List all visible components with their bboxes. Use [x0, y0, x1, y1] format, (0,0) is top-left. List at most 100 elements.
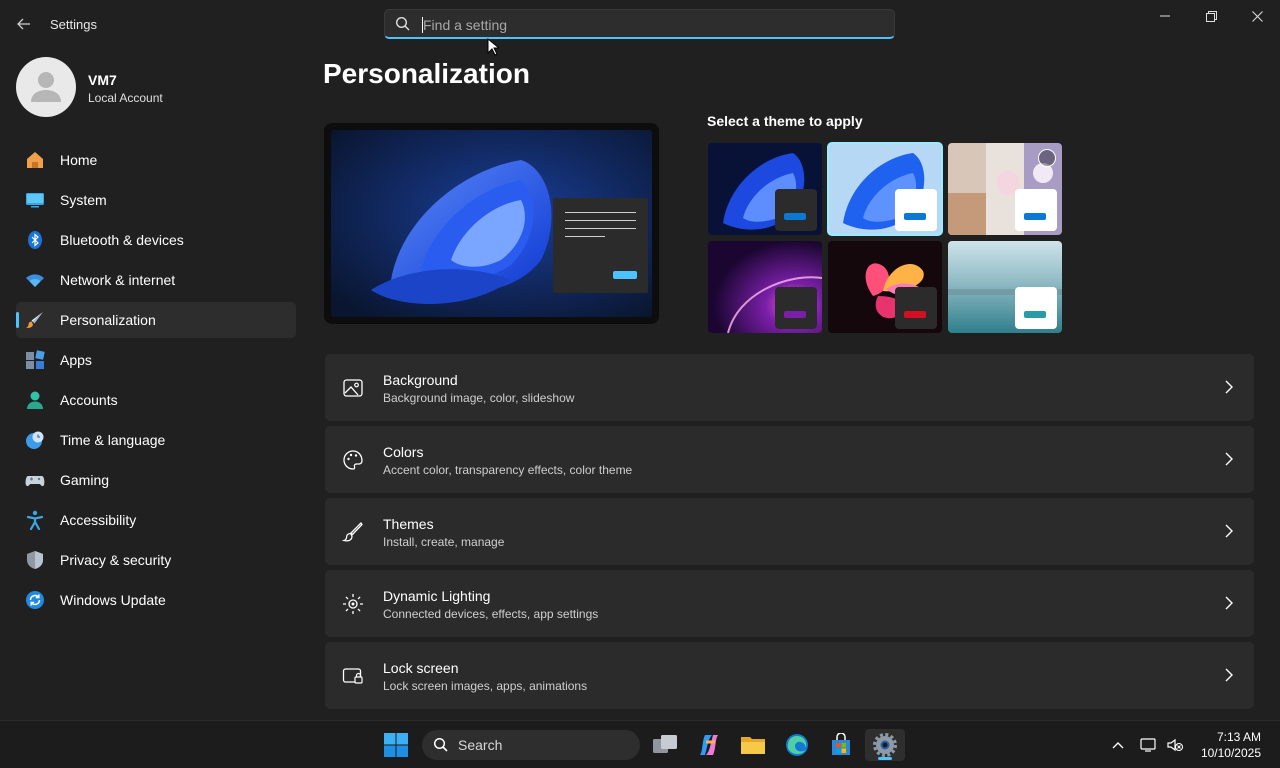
sidebar-item-system[interactable]: System: [16, 182, 296, 218]
card-themes[interactable]: Themes Install, create, manage: [325, 498, 1254, 565]
lock-screen-icon: [342, 668, 363, 684]
chevron-up-icon: [1112, 742, 1124, 749]
settings-search-input[interactable]: [423, 14, 863, 36]
task-view-button[interactable]: [645, 729, 685, 761]
network-display-icon: [1140, 738, 1156, 752]
microsoft-store-button[interactable]: [821, 729, 861, 761]
card-dynamic-lighting[interactable]: Dynamic Lighting Connected devices, effe…: [325, 570, 1254, 637]
sidebar-item-bluetooth[interactable]: Bluetooth & devices: [16, 222, 296, 258]
theme-grid: [707, 142, 1063, 334]
wallpaper-preview: [331, 130, 652, 317]
default-user-icon: [31, 72, 61, 102]
paintbrush-icon: [26, 312, 43, 328]
settings-app-button[interactable]: [865, 729, 905, 761]
lighting-icon: [343, 594, 363, 614]
theme-window-sample: [895, 287, 937, 329]
sidebar-item-label: Network & internet: [60, 272, 176, 288]
page-title: Personalization: [323, 58, 530, 89]
theme-windows-dark[interactable]: [708, 143, 822, 235]
sidebar-item-time-language[interactable]: Time & language: [16, 422, 296, 458]
system-clock[interactable]: 7:13 AM 10/10/2025: [1201, 729, 1261, 761]
close-button[interactable]: [1234, 0, 1280, 32]
gamepad-icon: [25, 476, 45, 487]
card-lock-screen[interactable]: Lock screen Lock screen images, apps, an…: [325, 642, 1254, 709]
start-button[interactable]: [376, 729, 416, 761]
theme-preview: [324, 123, 659, 324]
clock-globe-icon: [26, 431, 44, 449]
mouse-cursor-icon: [487, 38, 499, 56]
apps-icon: [26, 350, 45, 369]
sidebar-item-label: Accessibility: [60, 512, 137, 528]
theme-flow[interactable]: [948, 241, 1062, 333]
sidebar-item-gaming[interactable]: Gaming: [16, 462, 296, 498]
sidebar-item-home[interactable]: Home: [16, 142, 296, 178]
theme-window-sample: [895, 189, 937, 231]
sidebar-item-label: Gaming: [60, 472, 110, 488]
restore-icon: [1205, 10, 1217, 22]
card-colors[interactable]: Colors Accent color, transparency effect…: [325, 426, 1254, 493]
title-bar: Settings: [0, 0, 1280, 48]
minimize-icon: [1160, 15, 1170, 17]
chevron-right-icon: [1225, 596, 1233, 610]
restore-button[interactable]: [1188, 0, 1234, 32]
sidebar-nav: Home System Bluetooth & devices Network …: [16, 142, 296, 622]
sidebar-item-apps[interactable]: Apps: [16, 342, 296, 378]
theme-window-sample: [1015, 287, 1057, 329]
sidebar-item-windows-update[interactable]: Windows Update: [16, 582, 296, 618]
card-title: Background: [383, 372, 458, 388]
close-icon: [1251, 10, 1263, 22]
profile-account-type: Local Account: [88, 91, 163, 105]
chevron-right-icon: [1225, 452, 1233, 466]
sidebar-item-privacy-security[interactable]: Privacy & security: [16, 542, 296, 578]
theme-captured-motion[interactable]: [828, 241, 942, 333]
system-icon: [26, 193, 44, 208]
taskbar-search-label: Search: [458, 737, 503, 753]
image-icon: [343, 379, 363, 397]
file-explorer-button[interactable]: [733, 729, 773, 761]
app-title: Settings: [50, 17, 97, 32]
wifi-icon: [26, 274, 44, 287]
card-background[interactable]: Background Background image, color, slid…: [325, 354, 1254, 421]
sidebar-item-label: Home: [60, 152, 98, 168]
theme-window-sample: [775, 287, 817, 329]
edge-button[interactable]: [777, 729, 817, 761]
card-title: Lock screen: [383, 660, 459, 676]
theme-glow[interactable]: [708, 241, 822, 333]
taskbar-search[interactable]: Search: [422, 730, 640, 760]
back-arrow-icon: [17, 18, 30, 30]
preview-accent-button: [613, 271, 637, 279]
home-icon: [27, 152, 43, 168]
chevron-right-icon: [1225, 524, 1233, 538]
theme-windows-spotlight[interactable]: [948, 143, 1062, 235]
card-subtitle: Accent color, transparency effects, colo…: [383, 463, 633, 477]
accounts-icon: [27, 391, 43, 409]
settings-search-box[interactable]: [384, 9, 895, 39]
speaker-muted-icon: [1167, 738, 1184, 752]
theme-windows-light[interactable]: [827, 142, 943, 236]
gear-icon: [873, 733, 897, 757]
card-title: Colors: [383, 444, 424, 460]
clock-time: 7:13 AM: [1216, 730, 1261, 744]
sidebar-item-network[interactable]: Network & internet: [16, 262, 296, 298]
chevron-right-icon: [1225, 380, 1233, 394]
minimize-button[interactable]: [1142, 0, 1188, 32]
sidebar-item-label: Apps: [60, 352, 92, 368]
task-view-icon: [653, 735, 677, 753]
sidebar-item-accessibility[interactable]: Accessibility: [16, 502, 296, 538]
store-icon: [832, 733, 850, 755]
copilot-button[interactable]: [689, 729, 729, 761]
sidebar-item-accounts[interactable]: Accounts: [16, 382, 296, 418]
folder-icon: [741, 737, 765, 754]
back-button[interactable]: [10, 10, 38, 38]
card-subtitle: Connected devices, effects, app settings: [383, 607, 599, 621]
preview-window: [553, 198, 648, 293]
sidebar-item-label: Accounts: [60, 392, 118, 408]
sidebar-item-label: Time & language: [60, 432, 166, 448]
card-title: Themes: [383, 516, 434, 532]
settings-card-list: Background Background image, color, slid…: [325, 354, 1254, 714]
user-profile[interactable]: VM7 Local Account: [16, 57, 296, 117]
bluetooth-icon: [28, 231, 42, 249]
windows-logo-icon: [384, 733, 408, 757]
sidebar-item-personalization[interactable]: Personalization: [16, 302, 296, 338]
volume-button[interactable]: [1160, 729, 1190, 761]
